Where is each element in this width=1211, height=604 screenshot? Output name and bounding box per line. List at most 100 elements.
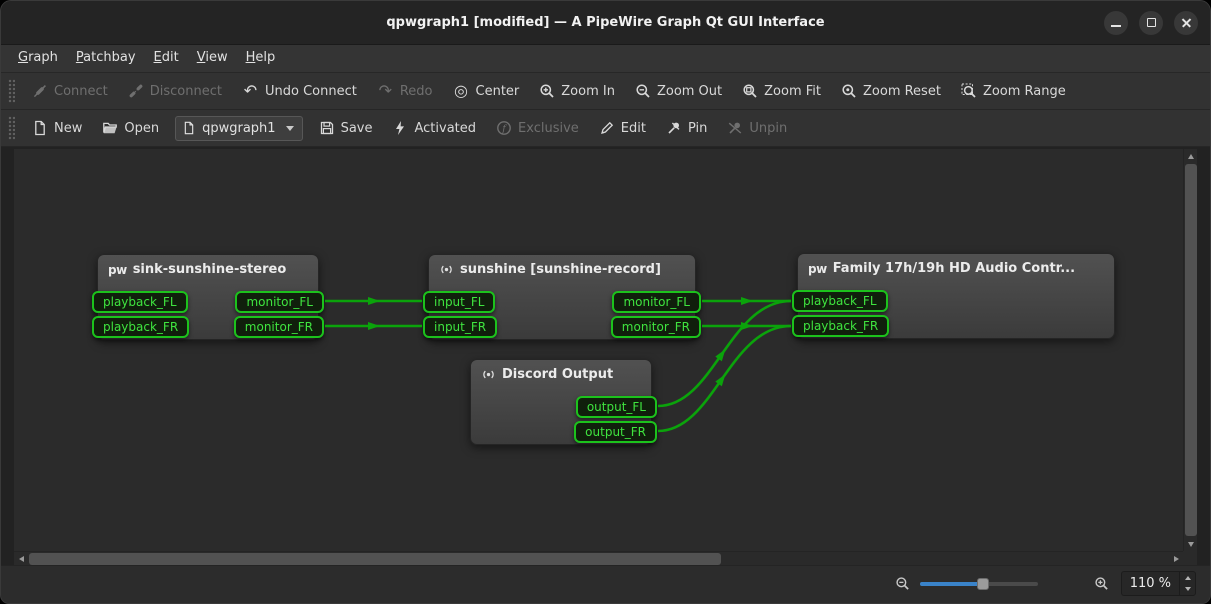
titlebar[interactable]: qpwgraph1 [modified] — A PipeWire Graph … bbox=[1, 1, 1210, 45]
sink-port-monitor-fr[interactable]: monitor_FR bbox=[234, 316, 324, 338]
close-button[interactable] bbox=[1174, 11, 1198, 35]
wire-discord-output-fr-to-family-playback-fr[interactable] bbox=[658, 326, 791, 431]
save-button[interactable]: Save bbox=[311, 116, 381, 140]
zoom-spinbox[interactable]: 110 % bbox=[1121, 571, 1196, 596]
sunshine-port-input-fr[interactable]: input_FR bbox=[423, 316, 497, 338]
disconnect-label: Disconnect bbox=[150, 84, 222, 99]
disconnect-button[interactable]: Disconnect bbox=[120, 79, 230, 103]
center-button[interactable]: ◎ Center bbox=[445, 79, 528, 103]
discord-port-output-fl[interactable]: output_FL bbox=[576, 396, 657, 418]
unpin-label: Unpin bbox=[749, 121, 787, 136]
activated-label: Activated bbox=[414, 121, 476, 136]
horizontal-scrollbar[interactable] bbox=[14, 551, 1183, 565]
node-sink-sunshine-stereo[interactable]: pw sink-sunshine-stereo playback_FL play… bbox=[97, 254, 319, 340]
minimize-button[interactable] bbox=[1104, 11, 1128, 35]
exclusive-button[interactable]: f Exclusive bbox=[488, 116, 587, 140]
zoom-in-button[interactable]: Zoom In bbox=[531, 79, 623, 103]
redo-label: Redo bbox=[400, 84, 433, 99]
discord-port-output-fr[interactable]: output_FR bbox=[574, 421, 657, 443]
save-icon bbox=[319, 120, 335, 136]
node-discord-output[interactable]: Discord Output output_FL output_FR bbox=[470, 359, 652, 445]
zoom-reset-button[interactable]: Zoom Reset bbox=[833, 79, 949, 103]
zoom-slider[interactable] bbox=[920, 582, 1038, 586]
spin-down-icon bbox=[1185, 587, 1191, 591]
patchbay-file-icon bbox=[182, 121, 196, 135]
pipewire-icon: pw bbox=[108, 263, 127, 277]
center-icon: ◎ bbox=[453, 83, 470, 99]
open-folder-icon bbox=[102, 120, 118, 136]
sunshine-port-input-fl[interactable]: input_FL bbox=[423, 291, 495, 313]
zoom-in-label: Zoom In bbox=[561, 84, 615, 99]
zoom-fit-label: Zoom Fit bbox=[764, 84, 821, 99]
activated-button[interactable]: Activated bbox=[384, 116, 484, 140]
node-family-hd-audio[interactable]: pw Family 17h/19h HD Audio Contr... play… bbox=[797, 253, 1115, 339]
toolbar-grip[interactable] bbox=[8, 79, 15, 103]
main-area: pw sink-sunshine-stereo playback_FL play… bbox=[1, 147, 1210, 565]
vertical-scrollbar[interactable] bbox=[1183, 149, 1197, 551]
menu-edit[interactable]: Edit bbox=[145, 45, 188, 72]
scroll-up-button[interactable] bbox=[1184, 149, 1198, 163]
zoom-reset-icon bbox=[841, 83, 857, 99]
zoom-in-mini-icon[interactable] bbox=[1094, 576, 1109, 591]
node-header: pw sink-sunshine-stereo bbox=[98, 255, 318, 277]
undo-icon: ↶ bbox=[242, 83, 259, 99]
zoom-spin-down-button[interactable] bbox=[1180, 584, 1195, 596]
center-label: Center bbox=[476, 84, 520, 99]
zoom-range-icon bbox=[961, 83, 977, 99]
patchbay-selector-value: qpwgraph1 bbox=[202, 121, 275, 136]
new-label: New bbox=[54, 121, 82, 136]
open-button[interactable]: Open bbox=[94, 116, 167, 140]
scroll-down-button[interactable] bbox=[1184, 537, 1198, 551]
minimize-icon bbox=[1111, 25, 1121, 27]
zoom-fit-button[interactable]: Zoom Fit bbox=[734, 79, 829, 103]
zoom-spin-up-button[interactable] bbox=[1180, 572, 1195, 584]
toolbar-grip-2[interactable] bbox=[8, 116, 15, 140]
new-button[interactable]: New bbox=[24, 116, 90, 140]
sink-port-monitor-fl[interactable]: monitor_FL bbox=[235, 291, 324, 313]
node-header: sunshine [sunshine-record] bbox=[429, 255, 695, 277]
open-label: Open bbox=[124, 121, 159, 136]
maximize-button[interactable] bbox=[1139, 11, 1163, 35]
sink-port-playback-fr[interactable]: playback_FR bbox=[92, 316, 189, 338]
zoom-out-button[interactable]: Zoom Out bbox=[627, 79, 730, 103]
pin-button[interactable]: Pin bbox=[658, 116, 715, 140]
node-title-text: Family 17h/19h HD Audio Contr... bbox=[833, 261, 1075, 276]
undo-connect-button[interactable]: ↶ Undo Connect bbox=[234, 79, 365, 103]
arrow-up-icon bbox=[1188, 154, 1194, 159]
node-sunshine-record[interactable]: sunshine [sunshine-record] input_FL inpu… bbox=[428, 254, 696, 340]
scroll-left-button[interactable] bbox=[14, 552, 28, 566]
graph-canvas[interactable]: pw sink-sunshine-stereo playback_FL play… bbox=[14, 149, 1183, 551]
zoom-slider-handle[interactable] bbox=[977, 578, 989, 590]
node-header: pw Family 17h/19h HD Audio Contr... bbox=[798, 254, 1114, 276]
unpin-button[interactable]: Unpin bbox=[719, 116, 795, 140]
toolbar-file: New Open qpwgraph1 Save bbox=[1, 110, 1210, 147]
plug-disconnect-icon bbox=[128, 83, 144, 99]
edit-button[interactable]: Edit bbox=[591, 116, 654, 140]
zoom-spin-arrows bbox=[1179, 572, 1195, 595]
sunshine-port-monitor-fl[interactable]: monitor_FL bbox=[612, 291, 701, 313]
chevron-down-icon bbox=[286, 126, 294, 131]
vertical-scrollbar-thumb[interactable] bbox=[1185, 164, 1197, 536]
node-title-text: sink-sunshine-stereo bbox=[133, 262, 287, 277]
arrow-left-icon bbox=[19, 556, 24, 562]
zoom-reset-label: Zoom Reset bbox=[863, 84, 941, 99]
menu-graph[interactable]: Graph bbox=[9, 45, 67, 72]
connect-button[interactable]: Connect bbox=[24, 79, 116, 103]
zoom-range-button[interactable]: Zoom Range bbox=[953, 79, 1074, 103]
sunshine-port-monitor-fr[interactable]: monitor_FR bbox=[611, 316, 701, 338]
family-port-playback-fl[interactable]: playback_FL bbox=[792, 290, 888, 312]
patchbay-selector[interactable]: qpwgraph1 bbox=[175, 116, 302, 141]
scroll-right-button[interactable] bbox=[1169, 552, 1183, 566]
menu-help[interactable]: Help bbox=[237, 45, 285, 72]
menu-patchbay[interactable]: Patchbay bbox=[67, 45, 145, 72]
family-port-playback-fr[interactable]: playback_FR bbox=[792, 315, 889, 337]
redo-button[interactable]: ↷ Redo bbox=[369, 79, 441, 103]
arrow-right-icon bbox=[1174, 556, 1179, 562]
pin-icon bbox=[666, 120, 682, 136]
unpin-icon bbox=[727, 120, 743, 136]
zoom-out-mini-icon[interactable] bbox=[895, 576, 910, 591]
horizontal-scrollbar-thumb[interactable] bbox=[29, 553, 721, 565]
sink-port-playback-fl[interactable]: playback_FL bbox=[92, 291, 188, 313]
window-controls bbox=[1104, 1, 1198, 44]
menu-view[interactable]: View bbox=[188, 45, 237, 72]
